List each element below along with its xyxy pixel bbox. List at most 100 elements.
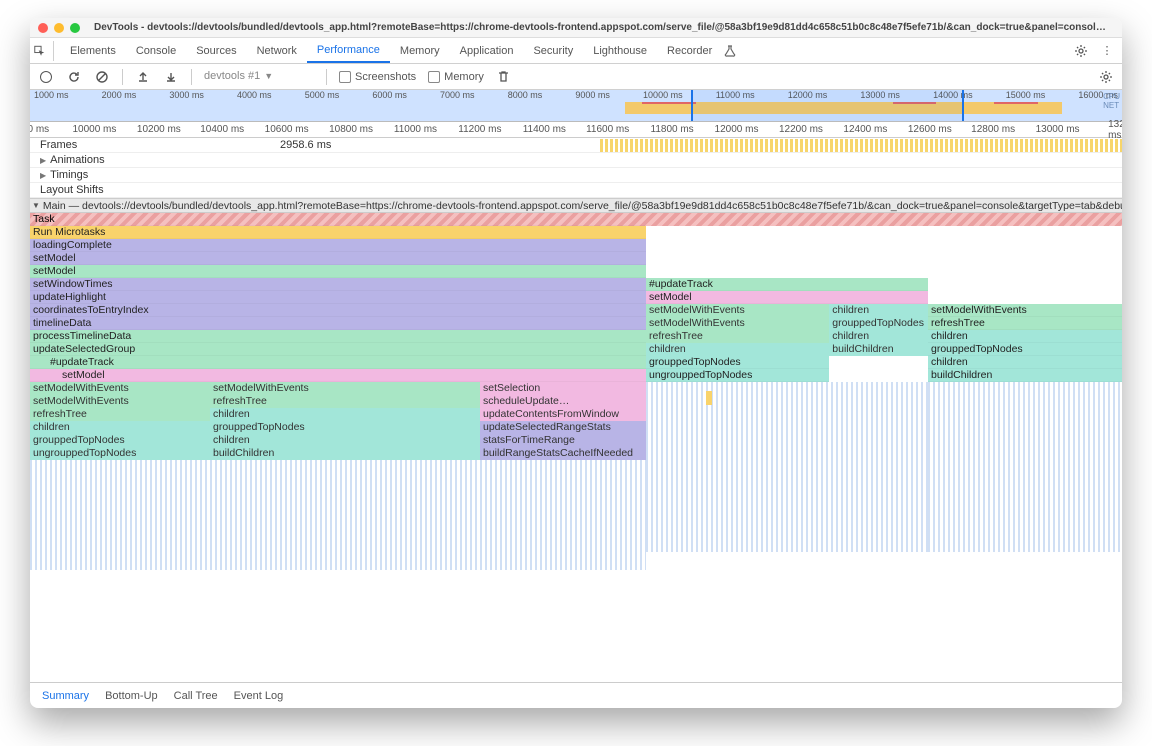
details-tab-bottomup[interactable]: Bottom-Up bbox=[105, 690, 158, 702]
tab-recorder[interactable]: Recorder bbox=[657, 38, 722, 63]
flame-bar[interactable]: ungrouppedTopNodes bbox=[30, 447, 210, 460]
close-icon[interactable] bbox=[38, 23, 48, 33]
flame-bar[interactable]: setSelection bbox=[480, 382, 646, 395]
flame-bar[interactable]: setModel bbox=[30, 265, 646, 278]
flame-dense-region[interactable] bbox=[30, 460, 646, 570]
flame-bar[interactable]: buildChildren bbox=[928, 369, 1122, 382]
checkbox-icon bbox=[339, 71, 351, 83]
garbage-collect-button[interactable] bbox=[496, 69, 512, 85]
track-headers: Frames 2958.6 ms ▶Animations ▶Timings La… bbox=[30, 138, 1122, 198]
timeline-overview[interactable]: 1000 ms2000 ms3000 ms4000 ms 5000 ms6000… bbox=[30, 90, 1122, 122]
flame-bar[interactable]: updateSelectedRangeStats bbox=[480, 421, 646, 434]
flame-bar[interactable]: setModelWithEvents bbox=[210, 382, 480, 395]
window-title: DevTools - devtools://devtools/bundled/d… bbox=[86, 22, 1114, 33]
dropdown-label: devtools #1 bbox=[204, 70, 260, 82]
recordings-dropdown[interactable]: devtools #1 ▼ bbox=[204, 70, 314, 83]
flame-column-c: setModelWithEvents refreshTree children … bbox=[928, 213, 1122, 682]
tab-network[interactable]: Network bbox=[247, 38, 307, 63]
capture-settings-gear-icon[interactable] bbox=[1098, 69, 1114, 85]
clear-button[interactable] bbox=[94, 69, 110, 85]
flame-bar[interactable]: children bbox=[646, 343, 829, 356]
load-profile-button[interactable] bbox=[135, 69, 151, 85]
details-tab-summary[interactable]: Summary bbox=[42, 690, 89, 702]
flame-bar[interactable]: refreshTree bbox=[928, 317, 1122, 330]
flame-bar[interactable]: children bbox=[829, 304, 928, 317]
flame-bar[interactable]: setModelWithEvents bbox=[30, 395, 210, 408]
tab-security[interactable]: Security bbox=[523, 38, 583, 63]
more-menu-icon[interactable]: ⋮ bbox=[1096, 44, 1118, 57]
flame-bar[interactable]: setWindowTimes bbox=[30, 278, 646, 291]
animations-track[interactable]: ▶Animations bbox=[30, 153, 1122, 168]
flame-bar[interactable]: processTimelineData bbox=[30, 330, 646, 343]
settings-gear-icon[interactable] bbox=[1074, 44, 1096, 58]
flame-yellow-marker bbox=[706, 391, 712, 405]
layout-shifts-track[interactable]: Layout Shifts bbox=[30, 183, 1122, 198]
flame-bar[interactable]: ungrouppedTopNodes bbox=[646, 369, 829, 382]
flame-bar[interactable]: loadingComplete bbox=[30, 239, 646, 252]
tab-console[interactable]: Console bbox=[126, 38, 186, 63]
flame-bar[interactable]: scheduleUpdate…entsFromWindow bbox=[480, 395, 646, 408]
flame-bar[interactable]: children bbox=[829, 330, 928, 343]
flame-bar[interactable]: setModelWithEvents bbox=[928, 304, 1122, 317]
details-tab-eventlog[interactable]: Event Log bbox=[234, 690, 284, 702]
timings-track[interactable]: ▶Timings bbox=[30, 168, 1122, 183]
flame-bar[interactable]: setModel bbox=[646, 291, 928, 304]
flame-bar[interactable]: updateSelectedGroup bbox=[30, 343, 646, 356]
flame-bar[interactable]: grouppedTopNodes bbox=[30, 434, 210, 447]
flame-bar[interactable]: refreshTree bbox=[646, 330, 829, 343]
flame-bar[interactable]: buildRangeStatsCacheIfNeeded bbox=[480, 447, 646, 460]
memory-checkbox[interactable]: Memory bbox=[428, 71, 484, 83]
tab-memory[interactable]: Memory bbox=[390, 38, 450, 63]
maximize-icon[interactable] bbox=[70, 23, 80, 33]
flame-bar[interactable]: setModelWithEvents bbox=[646, 304, 829, 317]
overview-selection-handle[interactable] bbox=[691, 90, 964, 121]
flame-bar[interactable]: coordinatesToEntryIndex bbox=[30, 304, 646, 317]
flame-bar-task[interactable]: Task bbox=[30, 213, 646, 226]
flame-bar[interactable]: #updateTrack bbox=[646, 278, 928, 291]
flame-bar[interactable]: #updateTrack bbox=[30, 356, 646, 369]
flame-bar[interactable]: children bbox=[30, 421, 210, 434]
flame-bar[interactable]: children bbox=[210, 408, 480, 421]
toolbar-divider bbox=[191, 69, 192, 85]
flame-bar[interactable]: grouppedTopNodes bbox=[210, 421, 480, 434]
frames-track[interactable]: Frames 2958.6 ms bbox=[30, 138, 1122, 153]
flame-bar[interactable]: updateHighlight bbox=[30, 291, 646, 304]
flame-bar[interactable]: setModel bbox=[30, 369, 646, 382]
tab-lighthouse[interactable]: Lighthouse bbox=[583, 38, 657, 63]
tab-application[interactable]: Application bbox=[450, 38, 524, 63]
flame-bar[interactable]: timelineData bbox=[30, 317, 646, 330]
record-button[interactable] bbox=[38, 69, 54, 85]
minimize-icon[interactable] bbox=[54, 23, 64, 33]
frame-duration: 2958.6 ms bbox=[280, 139, 331, 151]
tab-sources[interactable]: Sources bbox=[186, 38, 246, 63]
beaker-icon[interactable] bbox=[724, 45, 736, 57]
flame-bar[interactable]: statsForTimeRange bbox=[480, 434, 646, 447]
reload-record-button[interactable] bbox=[66, 69, 82, 85]
flame-bar[interactable]: updateContentsFromWindow bbox=[480, 408, 646, 421]
flame-bar[interactable]: setModel bbox=[30, 252, 646, 265]
flame-bar[interactable]: buildChildren bbox=[210, 447, 480, 460]
flame-bar[interactable]: buildChildren bbox=[829, 343, 928, 356]
inspect-element-icon[interactable] bbox=[34, 41, 54, 61]
flame-bar-microtasks[interactable]: Run Microtasks bbox=[30, 226, 646, 239]
flame-bar[interactable]: refreshTree bbox=[30, 408, 210, 421]
tab-elements[interactable]: Elements bbox=[60, 38, 126, 63]
tab-performance[interactable]: Performance bbox=[307, 38, 390, 63]
flame-bar[interactable]: grouppedTopNodes bbox=[829, 317, 928, 330]
flame-bar[interactable]: children bbox=[210, 434, 480, 447]
flame-bar[interactable]: grouppedTopNodes bbox=[928, 343, 1122, 356]
flame-bar[interactable]: setModelWithEvents bbox=[30, 382, 210, 395]
flame-bar[interactable]: setModelWithEvents bbox=[646, 317, 829, 330]
details-tab-calltree[interactable]: Call Tree bbox=[174, 690, 218, 702]
flame-dense-region[interactable] bbox=[646, 382, 928, 552]
flame-bar[interactable]: refreshTree bbox=[210, 395, 480, 408]
timeline-ruler[interactable]: 9800 ms 10000 ms 10200 ms 10400 ms 10600… bbox=[30, 122, 1122, 138]
flame-bar[interactable]: grouppedTopNodes bbox=[646, 356, 829, 369]
flame-bar[interactable]: children bbox=[928, 356, 1122, 369]
flame-dense-region[interactable] bbox=[928, 382, 1122, 552]
save-profile-button[interactable] bbox=[163, 69, 179, 85]
screenshots-checkbox[interactable]: Screenshots bbox=[339, 71, 416, 83]
flame-chart[interactable]: Task Run Microtasks loadingComplete setM… bbox=[30, 213, 1122, 682]
flame-bar[interactable]: children bbox=[928, 330, 1122, 343]
main-thread-header[interactable]: ▼ Main — devtools://devtools/bundled/dev… bbox=[30, 198, 1122, 213]
